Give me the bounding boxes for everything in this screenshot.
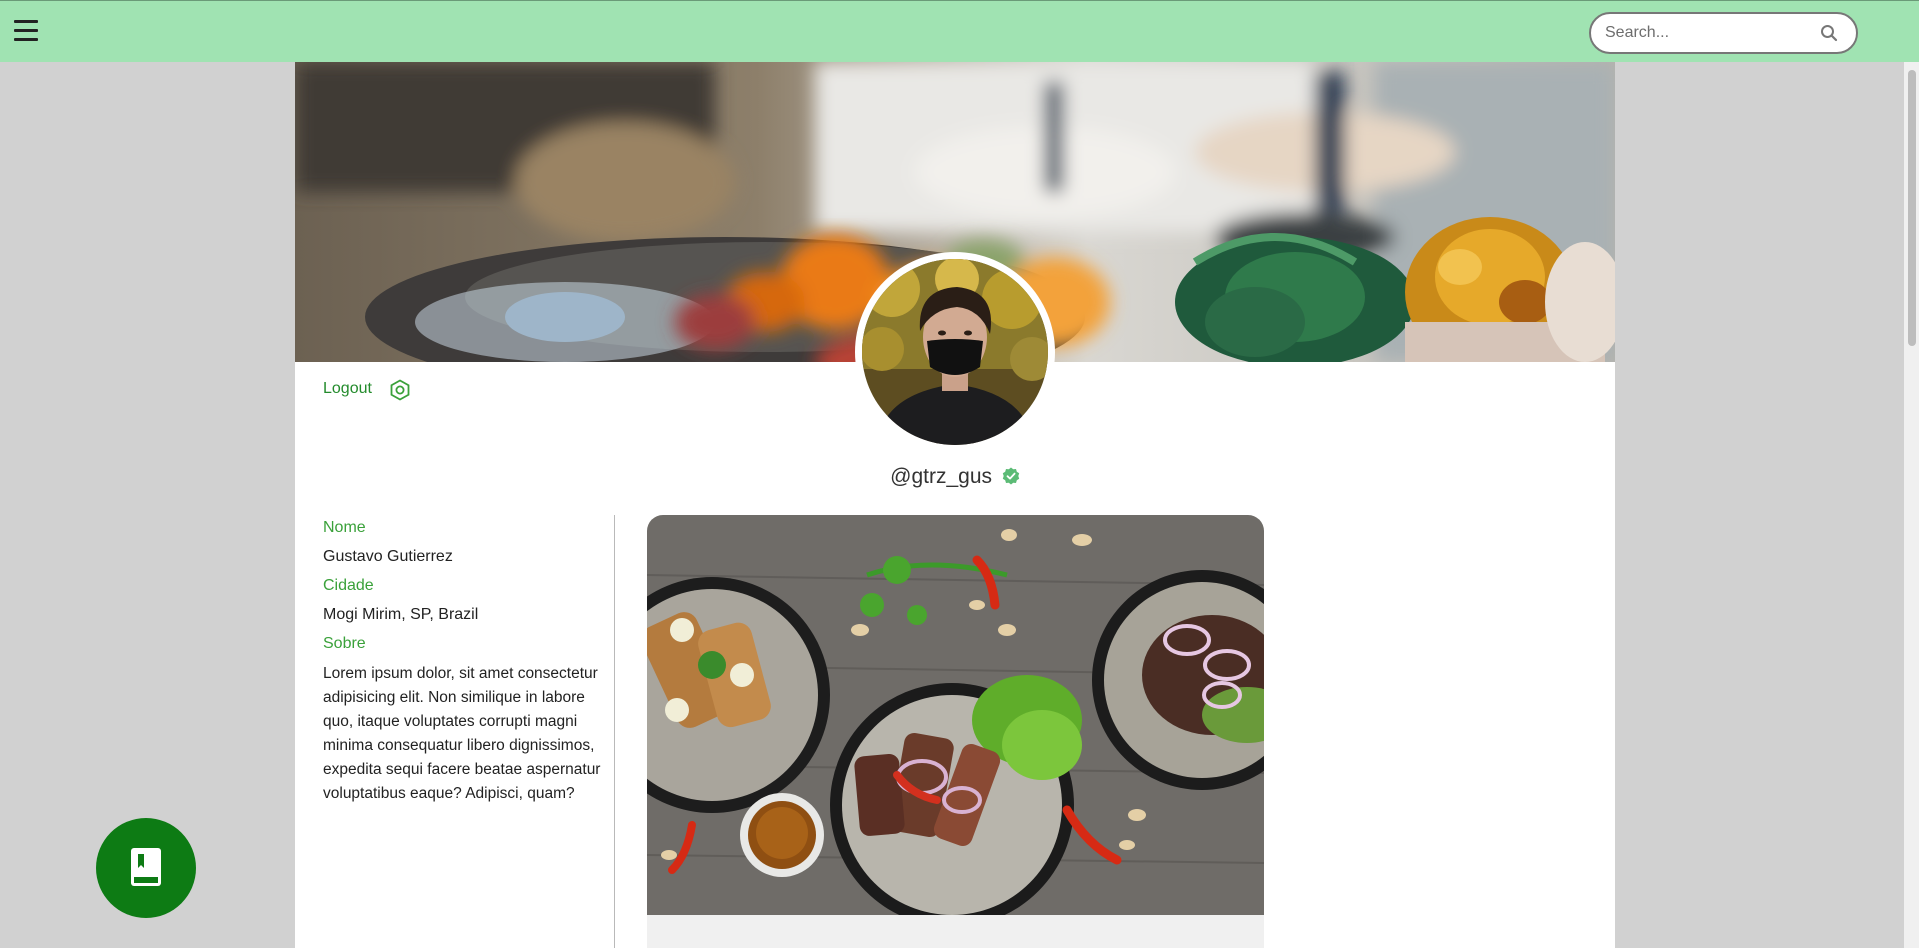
settings-hexagon-icon[interactable] [389,379,411,401]
scrollbar-thumb[interactable] [1908,70,1916,346]
search-box[interactable] [1589,12,1858,54]
username: @gtrz_gus [890,465,993,488]
name-value: Gustavo Gutierrez [323,548,453,565]
top-navbar [0,0,1919,62]
city-label: Cidade [323,577,374,594]
search-input[interactable] [1605,23,1805,43]
search-icon[interactable] [1820,24,1838,42]
username-heading: @gtrz_gus [295,465,1615,489]
logout-link[interactable]: Logout [323,380,372,398]
name-label: Nome [323,519,366,536]
page-scrollbar[interactable] [1904,62,1919,948]
vertical-divider [614,515,615,948]
hamburger-menu-icon[interactable] [14,20,38,42]
city-value: Mogi Mirim, SP, Brazil [323,606,479,623]
post-footer [647,915,1264,948]
profile-card: Logout @gtrz_gus Nome Gustavo Gutierrez … [295,62,1615,948]
post-image [647,515,1264,915]
post-card[interactable] [647,515,1264,948]
about-label: Sobre [323,635,366,652]
avatar[interactable] [855,252,1055,452]
verified-check-icon [1002,467,1020,485]
about-text: Lorem ipsum dolor, sit amet consectetur … [323,665,601,802]
recipe-book-icon [131,848,161,886]
recipe-book-fab-button[interactable] [96,818,196,918]
profile-info: Nome Gustavo Gutierrez Cidade Mogi Mirim… [323,517,613,806]
